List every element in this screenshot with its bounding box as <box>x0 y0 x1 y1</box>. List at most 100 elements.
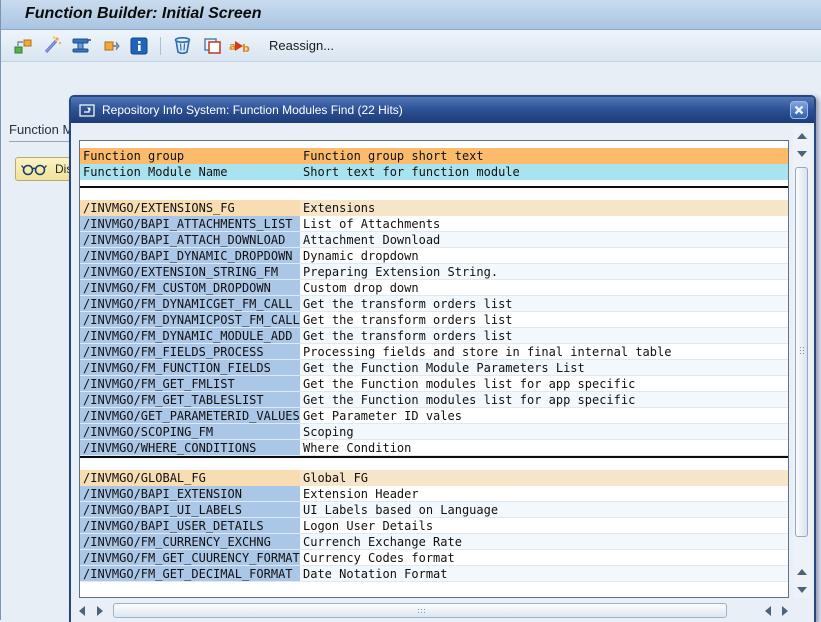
test-icon <box>71 36 92 55</box>
function-module-row[interactable]: /INVMGO/FM_CURRENCY_EXCHNGCurrench Excha… <box>80 534 788 550</box>
function-module-row[interactable]: /INVMGO/GET_PARAMETERID_VALUESGet Parame… <box>80 408 788 424</box>
other-object-button[interactable] <box>11 34 35 58</box>
arrow-down-icon <box>797 151 807 157</box>
arrow-left-icon <box>79 606 85 616</box>
function-group-name-cell: /INVMGO/GLOBAL_FG <box>80 470 300 486</box>
horizontal-scrollbar[interactable] <box>73 602 793 620</box>
function-module-shorttext-cell: Get the Function modules list for app sp… <box>300 392 788 407</box>
copy-button[interactable] <box>199 34 223 58</box>
function-module-row[interactable]: /INVMGO/BAPI_DYNAMIC_DROPDOWNDynamic dro… <box>80 248 788 264</box>
function-module-name-cell: /INVMGO/GET_PARAMETERID_VALUES <box>80 408 300 423</box>
scroll-right-step-button[interactable] <box>91 602 108 619</box>
dialog-title-bar[interactable]: Repository Info System: Function Modules… <box>71 97 814 123</box>
function-module-row[interactable]: /INVMGO/EXTENSION_STRING_FMPreparing Ext… <box>80 264 788 280</box>
window-title-bar: Function Builder: Initial Screen <box>1 0 821 30</box>
thumb-grip-icon <box>799 346 806 355</box>
function-module-shorttext-cell: List of Attachments <box>300 216 788 231</box>
function-module-shorttext-cell: Get the transform orders list <box>300 312 788 327</box>
function-module-name-cell: /INVMGO/BAPI_ATTACH_DOWNLOAD <box>80 232 300 247</box>
repository-info-dialog: Repository Info System: Function Modules… <box>69 95 816 622</box>
scroll-left-end-button[interactable] <box>759 602 776 619</box>
function-group-row[interactable]: /INVMGO/EXTENSIONS_FGExtensions <box>80 200 788 216</box>
function-group-shorttext-cell: Extensions <box>300 200 788 216</box>
function-module-row[interactable]: /INVMGO/FM_GET_CUURENCY_FORMATCurrency C… <box>80 550 788 566</box>
function-module-name-cell: /INVMGO/FM_DYNAMICGET_FM_CALL <box>80 296 300 311</box>
scroll-up-bottom-button[interactable] <box>793 563 811 580</box>
group-gap <box>80 458 788 470</box>
horizontal-scrollbar-thumb[interactable] <box>113 603 727 618</box>
function-module-row[interactable]: /INVMGO/FM_GET_FMLISTGet the Function mo… <box>80 376 788 392</box>
function-group-row[interactable]: /INVMGO/GLOBAL_FGGlobal FG <box>80 470 788 486</box>
wizard-button[interactable] <box>40 34 64 58</box>
function-module-row[interactable]: /INVMGO/FM_DYNAMICPOST_FM_CALLGet the tr… <box>80 312 788 328</box>
delete-icon <box>173 36 192 55</box>
function-module-shorttext-cell: UI Labels based on Language <box>300 502 788 517</box>
function-module-name-cell: /INVMGO/FM_CUSTOM_DROPDOWN <box>80 280 300 295</box>
close-icon <box>794 105 804 115</box>
function-module-row[interactable]: /INVMGO/BAPI_UI_LABELSUI Labels based on… <box>80 502 788 518</box>
function-module-name-cell: /INVMGO/BAPI_ATTACHMENTS_LIST <box>80 216 300 231</box>
scroll-down-step-button[interactable] <box>793 145 811 162</box>
scroll-down-button[interactable] <box>793 581 811 598</box>
function-module-row[interactable]: /INVMGO/WHERE_CONDITIONSWhere Condition <box>80 440 788 456</box>
function-module-row[interactable]: /INVMGO/BAPI_ATTACH_DOWNLOADAttachment D… <box>80 232 788 248</box>
function-module-shorttext-cell: Get the transform orders list <box>300 296 788 311</box>
function-module-row[interactable]: /INVMGO/BAPI_EXTENSIONExtension Header <box>80 486 788 502</box>
vertical-scrollbar[interactable] <box>793 127 811 598</box>
function-group-shorttext-cell: Global FG <box>300 470 788 486</box>
reassign-button[interactable]: Reassign... <box>265 36 338 55</box>
function-module-name-cell: /INVMGO/FM_DYNAMICPOST_FM_CALL <box>80 312 300 327</box>
group-header-row: Function group Function group short text <box>80 148 788 164</box>
function-module-row[interactable]: /INVMGO/SCOPING_FMScoping <box>80 424 788 440</box>
function-module-row[interactable]: /INVMGO/FM_FIELDS_PROCESSProcessing fiel… <box>80 344 788 360</box>
function-module-shorttext-cell: Scoping <box>300 424 788 439</box>
results-body: /INVMGO/EXTENSIONS_FGExtensions/INVMGO/B… <box>80 186 788 582</box>
thumb-grip-icon <box>417 608 426 615</box>
scroll-left-button[interactable] <box>73 602 90 619</box>
function-module-row[interactable]: /INVMGO/BAPI_USER_DETAILSLogon User Deta… <box>80 518 788 534</box>
function-module-shorttext-cell: Extension Header <box>300 486 788 501</box>
function-module-shorttext-cell: Date Notation Format <box>300 566 788 581</box>
test-button[interactable] <box>69 34 93 58</box>
scroll-up-button[interactable] <box>793 127 811 144</box>
function-module-name-cell: /INVMGO/FM_GET_FMLIST <box>80 376 300 391</box>
info-button[interactable] <box>127 34 151 58</box>
function-group-name-cell: /INVMGO/EXTENSIONS_FG <box>80 200 300 216</box>
arrow-up-icon <box>797 569 807 575</box>
close-button[interactable] <box>790 101 808 119</box>
function-module-shorttext-cell: Preparing Extension String. <box>300 264 788 279</box>
function-module-name-cell: /INVMGO/FM_CURRENCY_EXCHNG <box>80 534 300 549</box>
move-button[interactable] <box>98 34 122 58</box>
scroll-right-button[interactable] <box>776 602 793 619</box>
function-module-row[interactable]: /INVMGO/FM_CUSTOM_DROPDOWNCustom drop do… <box>80 280 788 296</box>
rename-button[interactable]: a b <box>228 34 252 58</box>
vertical-scrollbar-thumb[interactable] <box>795 167 808 537</box>
function-module-row[interactable]: /INVMGO/FM_DYNAMIC_MODULE_ADDGet the tra… <box>80 328 788 344</box>
module-shorttext-col-header: Short text for function module <box>300 164 788 180</box>
move-icon <box>100 37 121 55</box>
function-module-shorttext-cell: Get the Function modules list for app sp… <box>300 376 788 391</box>
group-shorttext-col-header: Function group short text <box>300 148 788 164</box>
module-col-header: Function Module Name <box>80 164 300 180</box>
function-module-shorttext-cell: Where Condition <box>300 440 788 455</box>
function-module-row[interactable]: /INVMGO/FM_FUNCTION_FIELDSGet the Functi… <box>80 360 788 376</box>
delete-button[interactable] <box>170 34 194 58</box>
group-col-header: Function group <box>80 148 300 164</box>
dialog-title: Repository Info System: Function Modules… <box>102 103 403 117</box>
function-module-row[interactable]: /INVMGO/BAPI_ATTACHMENTS_LISTList of Att… <box>80 216 788 232</box>
function-module-name-cell: /INVMGO/BAPI_EXTENSION <box>80 486 300 501</box>
page-title: Function Builder: Initial Screen <box>1 0 821 23</box>
function-module-row[interactable]: /INVMGO/FM_DYNAMICGET_FM_CALLGet the tra… <box>80 296 788 312</box>
function-module-name-cell: /INVMGO/FM_DYNAMIC_MODULE_ADD <box>80 328 300 343</box>
function-module-name-cell: /INVMGO/BAPI_USER_DETAILS <box>80 518 300 533</box>
function-module-row[interactable]: /INVMGO/FM_GET_TABLESLISTGet the Functio… <box>80 392 788 408</box>
arrow-down-icon <box>797 587 807 593</box>
function-module-name-cell: /INVMGO/SCOPING_FM <box>80 424 300 439</box>
function-module-shorttext-cell: Dynamic dropdown <box>300 248 788 263</box>
other-object-icon <box>13 37 33 55</box>
arrow-left-icon <box>765 606 771 616</box>
function-module-row[interactable]: /INVMGO/FM_GET_DECIMAL_FORMATDate Notati… <box>80 566 788 582</box>
arrow-up-icon <box>797 133 807 139</box>
eyeglasses-icon <box>21 162 47 176</box>
function-module-shorttext-cell: Get the Function Module Parameters List <box>300 360 788 375</box>
